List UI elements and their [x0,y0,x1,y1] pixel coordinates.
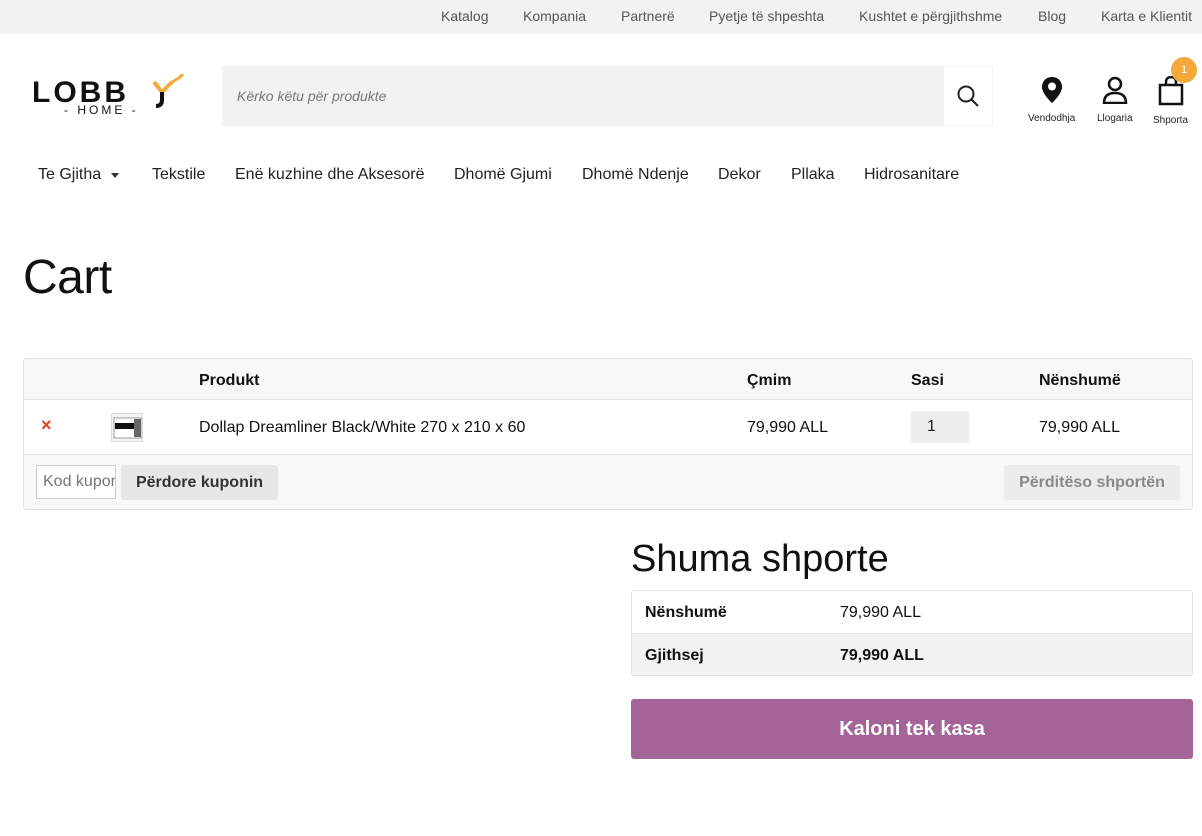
cart-actions-row: Përdore kuponin Përditëso shportën [24,455,1192,509]
toplink-katalog[interactable]: Katalog [441,8,488,24]
site-logo[interactable]: LOBB - HOME - [30,72,190,118]
svg-text:- HOME -: - HOME - [64,103,139,117]
location-label: Vendodhja [1028,113,1076,124]
nav-item-decor[interactable]: Dekor [718,166,761,184]
cart-table: Produkt Çmim Sasi Nënshumë × Dollap Drea… [23,358,1193,510]
total-label: Gjithsej [645,647,704,664]
toplink-partnere[interactable]: Partnerë [621,8,675,24]
product-thumbnail[interactable] [111,413,143,442]
nav-item-all[interactable]: Te Gjitha [38,166,101,184]
nav-item-sanitary[interactable]: Hidrosanitare [864,166,959,184]
cart-count-badge: 1 [1171,57,1197,83]
total-row: Gjithsej 79,990 ALL [632,634,1192,675]
header-subtotal: Nënshumë [1039,372,1121,389]
account-label: Llogaria [1097,113,1133,124]
user-icon [1102,76,1128,105]
nav-item-bedroom[interactable]: Dhomë Gjumi [454,166,552,184]
search-bar [222,66,993,126]
cart-table-header: Produkt Çmim Sasi Nënshumë [24,359,1192,400]
toplink-client-card[interactable]: Karta e Klientit [1101,8,1192,24]
nav-item-living-room[interactable]: Dhomë Ndenje [582,166,689,184]
subtotal-value: 79,990 ALL [840,604,921,621]
toplink-terms[interactable]: Kushtet e përgjithshme [859,8,1002,24]
cart-label: Shporta [1153,115,1189,126]
header-product: Produkt [199,372,260,389]
coupon-code-input[interactable] [36,465,116,499]
product-subtotal: 79,990 ALL [1039,419,1120,436]
nav-item-kitchen[interactable]: Enë kuzhine dhe Aksesorë [235,166,424,184]
product-name-link[interactable]: Dollap Dreamliner Black/White 270 x 210 … [199,419,525,437]
account-link[interactable]: Llogaria [1097,76,1133,124]
top-utility-bar: Katalog Kompania Partnerë Pyetje të shpe… [0,0,1202,34]
update-cart-button[interactable]: Përditëso shportën [1004,465,1180,500]
toplink-faq[interactable]: Pyetje të shpeshta [709,8,824,24]
quantity-input[interactable] [911,411,969,443]
subtotal-label: Nënshumë [645,604,727,621]
map-pin-icon [1041,77,1062,103]
cart-totals-title: Shuma shporte [631,538,889,580]
cart-totals-table: Nënshumë 79,990 ALL Gjithsej 79,990 ALL [631,590,1193,676]
nav-item-textiles[interactable]: Tekstile [152,166,205,184]
total-value: 79,990 ALL [840,647,924,664]
toplink-blog[interactable]: Blog [1038,8,1066,24]
header-quantity: Sasi [911,372,944,389]
chevron-down-icon [111,173,119,178]
search-icon [957,85,979,107]
apply-coupon-button[interactable]: Përdore kuponin [121,465,278,500]
search-button[interactable] [944,67,992,125]
table-row: × Dollap Dreamliner Black/White 270 x 21… [24,400,1192,455]
header-price: Çmim [747,372,792,389]
remove-item-icon[interactable]: × [41,416,55,434]
subtotal-row: Nënshumë 79,990 ALL [632,591,1192,634]
proceed-to-checkout-button[interactable]: Kaloni tek kasa [631,699,1193,759]
nav-item-tiles[interactable]: Pllaka [791,166,835,184]
page-title: Cart [23,251,112,304]
cart-link[interactable]: Shporta [1153,75,1189,126]
product-price: 79,990 ALL [747,419,828,436]
search-input[interactable] [222,66,942,126]
toplink-kompania[interactable]: Kompania [523,8,586,24]
location-link[interactable]: Vendodhja [1028,76,1075,124]
